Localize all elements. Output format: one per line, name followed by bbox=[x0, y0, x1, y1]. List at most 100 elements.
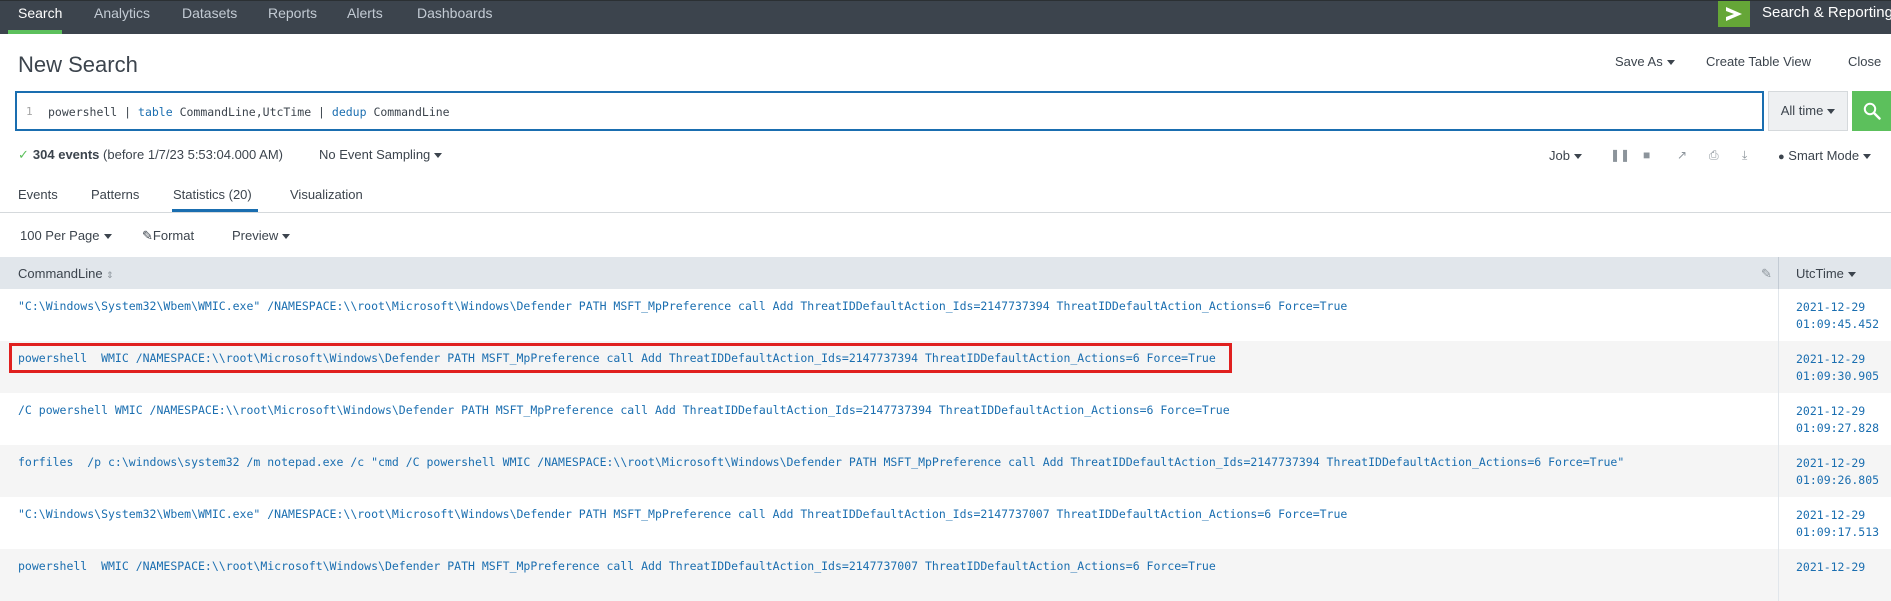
nav-dashboards[interactable]: Dashboards bbox=[417, 5, 493, 21]
table-row: "C:\Windows\System32\Wbem\WMIC.exe" /NAM… bbox=[0, 497, 1891, 549]
chevron-down-icon bbox=[1573, 154, 1582, 160]
utctime-date: 2021-12-29 bbox=[1796, 352, 1866, 366]
search-query-input[interactable]: 1 powershell | table CommandLine,UtcTime… bbox=[15, 91, 1764, 131]
per-page-label: 100 Per Page bbox=[20, 228, 100, 243]
commandline-cell[interactable]: "C:\Windows\System32\Wbem\WMIC.exe" /NAM… bbox=[18, 507, 1347, 521]
page-title: New Search bbox=[18, 52, 138, 77]
per-page-dropdown[interactable]: 100 Per Page bbox=[20, 228, 112, 243]
highlight-annotation-box bbox=[9, 343, 1232, 373]
query-token: CommandLine bbox=[366, 105, 450, 119]
utctime-time: 01:09:45.452 bbox=[1796, 317, 1880, 331]
event-before-time: (before 1/7/23 5:53:04.000 AM) bbox=[103, 147, 283, 162]
time-range-picker[interactable]: All time bbox=[1768, 91, 1848, 131]
query-token: powershell | bbox=[48, 105, 139, 119]
search-icon bbox=[1863, 102, 1881, 120]
top-nav-bar: Search Analytics Datasets Reports Alerts… bbox=[0, 0, 1891, 34]
save-as-button[interactable]: Save As bbox=[1615, 54, 1675, 69]
tab-events[interactable]: Events bbox=[18, 187, 58, 202]
tab-patterns[interactable]: Patterns bbox=[91, 187, 139, 202]
preview-dropdown[interactable]: Preview bbox=[232, 228, 291, 243]
save-as-label: Save As bbox=[1615, 54, 1663, 69]
event-sampling-label: No Event Sampling bbox=[319, 147, 431, 162]
print-icon[interactable]: ⎙ bbox=[1709, 148, 1719, 163]
nav-active-indicator bbox=[8, 30, 62, 34]
query-keyword: dedup bbox=[331, 105, 367, 119]
utctime-time: 01:09:17.513 bbox=[1796, 525, 1880, 539]
utctime-time: 01:09:27.828 bbox=[1796, 421, 1880, 435]
search-mode-dropdown[interactable]: ● Smart Mode bbox=[1778, 148, 1872, 163]
sort-icon: ⇕ bbox=[106, 270, 114, 280]
column-header-commandline[interactable]: CommandLine ⇕ bbox=[18, 266, 114, 281]
pencil-icon: ✎ bbox=[142, 228, 153, 243]
nav-datasets[interactable]: Datasets bbox=[182, 5, 237, 21]
chevron-down-icon bbox=[1666, 60, 1675, 66]
tab-statistics[interactable]: Statistics (20) bbox=[173, 187, 252, 202]
close-button[interactable]: Close bbox=[1848, 54, 1881, 69]
table-row: "C:\Windows\System32\Wbem\WMIC.exe" /NAM… bbox=[0, 289, 1891, 341]
table-header: CommandLine ⇕ ✎ UtcTime bbox=[0, 257, 1891, 289]
check-icon: ✓ bbox=[18, 147, 29, 162]
column-header-label: UtcTime bbox=[1796, 266, 1844, 281]
chevron-down-icon bbox=[282, 234, 291, 240]
format-button[interactable]: ✎Format bbox=[142, 228, 194, 244]
app-name[interactable]: Search & Reporting bbox=[1762, 4, 1891, 21]
utctime-time: 01:09:26.805 bbox=[1796, 473, 1880, 487]
job-menu[interactable]: Job bbox=[1549, 148, 1582, 163]
column-divider bbox=[1778, 289, 1779, 341]
column-divider bbox=[1778, 549, 1779, 601]
query-keyword: table bbox=[138, 105, 173, 119]
utctime-date: 2021-12-29 bbox=[1796, 404, 1866, 418]
sort-desc-icon bbox=[1847, 272, 1856, 278]
event-count[interactable]: 304 events bbox=[33, 147, 100, 162]
utctime-cell[interactable]: 2021-12-29 01:09:26.805 bbox=[1796, 455, 1879, 489]
column-divider bbox=[1778, 393, 1779, 445]
event-sampling-dropdown[interactable]: No Event Sampling bbox=[319, 147, 443, 162]
pause-icon[interactable]: ❚❚ bbox=[1610, 148, 1630, 162]
query-token: CommandLine,UtcTime | bbox=[172, 105, 332, 119]
nav-analytics[interactable]: Analytics bbox=[94, 5, 150, 21]
job-label: Job bbox=[1549, 148, 1570, 163]
table-row: /C powershell WMIC /NAMESPACE:\\root\Mic… bbox=[0, 393, 1891, 445]
search-query-text[interactable]: powershell | table CommandLine,UtcTime |… bbox=[48, 105, 450, 119]
chevron-down-icon bbox=[1827, 109, 1836, 115]
utctime-time: 01:09:30.905 bbox=[1796, 369, 1880, 383]
utctime-cell[interactable]: 2021-12-29 01:09:27.828 bbox=[1796, 403, 1879, 437]
column-divider bbox=[1778, 497, 1779, 549]
utctime-date: 2021-12-29 bbox=[1796, 508, 1866, 522]
utctime-date: 2021-12-29 bbox=[1796, 560, 1866, 574]
format-label: Format bbox=[152, 228, 195, 243]
time-range-label: All time bbox=[1780, 103, 1824, 118]
preview-label: Preview bbox=[232, 228, 279, 243]
chevron-down-icon bbox=[434, 153, 443, 159]
column-divider bbox=[1778, 341, 1779, 393]
column-divider bbox=[1778, 445, 1779, 497]
export-icon[interactable]: ⤓ bbox=[1742, 148, 1747, 163]
app-logo-icon[interactable] bbox=[1718, 1, 1750, 27]
utctime-cell[interactable]: 2021-12-29 bbox=[1796, 559, 1865, 576]
tab-visualization[interactable]: Visualization bbox=[290, 187, 363, 202]
table-row: forfiles /p c:\windows\system32 /m notep… bbox=[0, 445, 1891, 497]
nav-search[interactable]: Search bbox=[18, 5, 62, 21]
utctime-date: 2021-12-29 bbox=[1796, 300, 1866, 314]
edit-column-icon[interactable]: ✎ bbox=[1761, 266, 1772, 282]
utctime-cell[interactable]: 2021-12-29 01:09:30.905 bbox=[1796, 351, 1879, 385]
commandline-cell[interactable]: "C:\Windows\System32\Wbem\WMIC.exe" /NAM… bbox=[18, 299, 1347, 313]
commandline-cell[interactable]: /C powershell WMIC /NAMESPACE:\\root\Mic… bbox=[18, 403, 1230, 417]
utctime-cell[interactable]: 2021-12-29 01:09:17.513 bbox=[1796, 507, 1879, 541]
search-mode-label: Smart Mode bbox=[1788, 148, 1860, 163]
tabs-divider bbox=[0, 212, 1891, 213]
bulb-icon: ● bbox=[1778, 151, 1785, 163]
nav-alerts[interactable]: Alerts bbox=[347, 5, 383, 21]
utctime-cell[interactable]: 2021-12-29 01:09:45.452 bbox=[1796, 299, 1879, 333]
event-status: ✓ 304 events (before 1/7/23 5:53:04.000 A… bbox=[18, 147, 283, 163]
commandline-cell[interactable]: powershell WMIC /NAMESPACE:\\root\Micros… bbox=[18, 559, 1216, 573]
column-header-utctime[interactable]: UtcTime bbox=[1796, 266, 1856, 281]
share-icon[interactable]: ↗ bbox=[1677, 148, 1687, 162]
stop-icon[interactable]: ■ bbox=[1643, 148, 1650, 162]
commandline-cell[interactable]: forfiles /p c:\windows\system32 /m notep… bbox=[18, 455, 1624, 469]
line-number: 1 bbox=[26, 105, 33, 118]
search-button[interactable] bbox=[1852, 91, 1891, 131]
column-divider bbox=[1778, 257, 1779, 289]
nav-reports[interactable]: Reports bbox=[268, 5, 317, 21]
create-table-view-button[interactable]: Create Table View bbox=[1706, 54, 1811, 69]
